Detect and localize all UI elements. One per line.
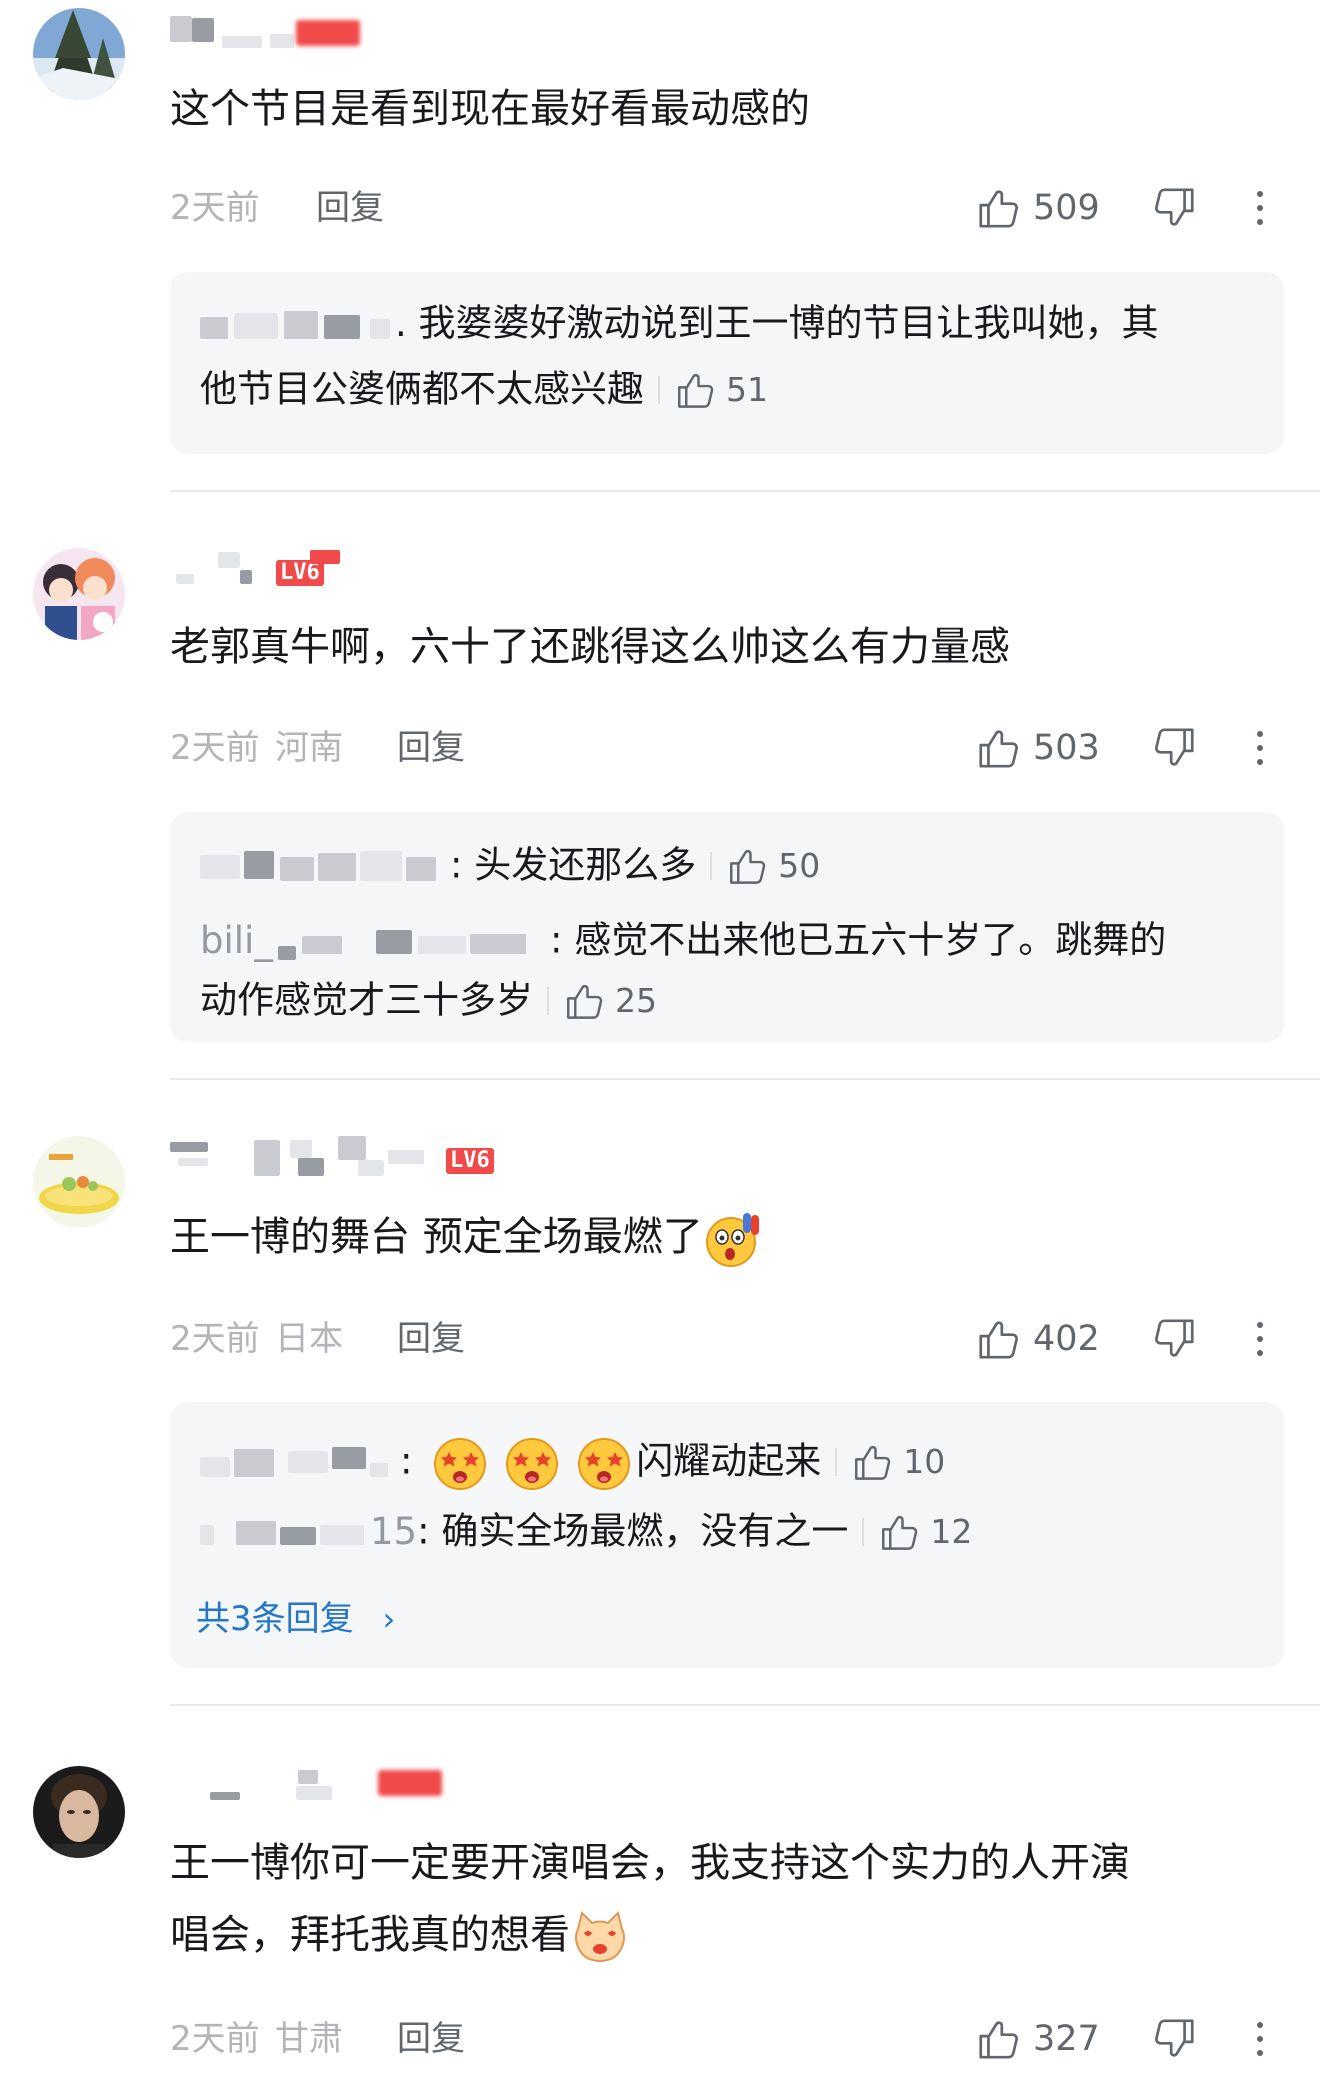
- reply-item-continued[interactable]: 他节目公婆俩都不太感兴趣 51: [200, 356, 1264, 420]
- view-more-replies-link[interactable]: 共3条回复 ›: [196, 1594, 395, 1644]
- reply-button[interactable]: 回复: [397, 723, 465, 773]
- like-button[interactable]: 402: [975, 1314, 1100, 1364]
- thumbs-down-icon: [1152, 2016, 1198, 2062]
- thumbs-up-icon: [975, 1316, 1021, 1362]
- avatar[interactable]: [33, 548, 125, 640]
- reply-text: 确实全场最燃，没有之一: [441, 1509, 849, 1553]
- username-blurred: [170, 12, 530, 52]
- like-count: 509: [1033, 188, 1100, 228]
- reply-like-count: 10: [903, 1441, 946, 1481]
- thumbs-up-icon: [563, 980, 605, 1022]
- reply-like-count: 50: [778, 845, 821, 885]
- dislike-button[interactable]: [1152, 1314, 1198, 1364]
- like-count: 402: [1033, 1319, 1100, 1359]
- divider: [170, 1704, 1320, 1706]
- more-vertical-icon[interactable]: [1248, 2014, 1272, 2064]
- reply-text: 动作感觉才三十多岁: [200, 978, 533, 1022]
- reply-like-count: 12: [930, 1511, 973, 1551]
- reply-username[interactable]: [200, 299, 405, 349]
- dislike-button[interactable]: [1152, 183, 1198, 233]
- thumbs-down-icon: [1152, 185, 1198, 231]
- reply-item-continued[interactable]: 动作感觉才三十多岁 25: [200, 967, 1264, 1031]
- reply-username[interactable]: [200, 841, 450, 891]
- starry-eyes-emoji: [430, 1432, 490, 1492]
- reply-text: 闪耀动起来: [636, 1439, 822, 1483]
- shocked-emoji: [703, 1209, 763, 1269]
- thumbs-up-icon: [975, 725, 1021, 771]
- thumbs-down-icon: [1152, 725, 1198, 771]
- comment-time: 2天前: [170, 728, 260, 768]
- comment-location: 日本: [275, 1319, 343, 1359]
- like-button[interactable]: 503: [975, 723, 1100, 773]
- like-count: 503: [1033, 728, 1100, 768]
- thumbs-up-icon: [674, 369, 716, 411]
- reply-like-count: 51: [726, 369, 768, 409]
- comment-text: 老郭真牛啊，六十了还跳得这么帅这么有力量感: [170, 624, 1010, 670]
- cat-heart-eyes-emoji: [570, 1907, 630, 1967]
- reply-box: . 我婆婆好激动说到王一博的节目让我叫她，其 他节目公婆俩都不太感兴趣 51: [170, 272, 1284, 454]
- comment-time: 2天前: [170, 2019, 260, 2059]
- like-button[interactable]: 509: [975, 183, 1100, 233]
- reply-button[interactable]: 回复: [397, 1314, 465, 1364]
- comment-text-line-2: 唱会，拜托我真的想看: [170, 1902, 1280, 1969]
- starry-eyes-emoji: [502, 1432, 562, 1492]
- reply-like-button[interactable]: 50: [710, 834, 820, 898]
- reply-item[interactable]: : 头发还那么多 50: [200, 832, 1264, 896]
- dislike-button[interactable]: [1152, 2014, 1198, 2064]
- thumbs-up-icon: [975, 2016, 1021, 2062]
- divider: [170, 490, 1320, 492]
- more-vertical-icon[interactable]: [1248, 723, 1272, 773]
- reply-box: : 头发还那么多 50 bili_ : 感觉不出来他已五六十岁了。跳舞的 动作感觉…: [170, 812, 1284, 1042]
- reply-item[interactable]: 15: 确实全场最燃，没有之一 12: [200, 1498, 1264, 1562]
- username-blurred: [170, 1764, 530, 1804]
- reply-item[interactable]: bili_ : 感觉不出来他已五六十岁了。跳舞的: [200, 907, 1264, 971]
- more-vertical-icon[interactable]: [1248, 183, 1272, 233]
- comment-time: 2天前: [170, 1319, 260, 1359]
- comment-location: 甘肃: [275, 2019, 343, 2059]
- reply-like-count: 25: [615, 980, 657, 1020]
- like-button[interactable]: 327: [975, 2014, 1100, 2064]
- reply-like-button[interactable]: 51: [658, 358, 768, 422]
- username-blurred: LV6: [170, 550, 530, 590]
- thumbs-down-icon: [1152, 1316, 1198, 1362]
- divider: [170, 1078, 1320, 1080]
- username-blurred: LV6: [170, 1136, 530, 1176]
- reply-item[interactable]: . 我婆婆好激动说到王一博的节目让我叫她，其: [200, 290, 1264, 354]
- dislike-button[interactable]: [1152, 723, 1198, 773]
- avatar[interactable]: [33, 1136, 125, 1228]
- comment-text-line-1: 王一博你可一定要开演唱会，我支持这个实力的人开演: [170, 1840, 1130, 1886]
- reply-item[interactable]: : 闪耀动起来 10: [200, 1428, 1264, 1492]
- reply-button[interactable]: 回复: [316, 183, 384, 233]
- reply-like-button[interactable]: 10: [835, 1430, 945, 1494]
- reply-like-button[interactable]: 25: [547, 969, 657, 1033]
- thumbs-up-icon: [726, 845, 768, 887]
- thumbs-up-icon: [975, 185, 1021, 231]
- avatar[interactable]: [33, 1766, 125, 1858]
- reply-like-button[interactable]: 12: [862, 1500, 972, 1564]
- thumbs-up-icon: [851, 1441, 893, 1483]
- starry-eyes-emoji: [574, 1432, 634, 1492]
- reply-username[interactable]: [200, 1437, 400, 1487]
- reply-text: 他节目公婆俩都不太感兴趣: [200, 367, 644, 411]
- reply-text: 头发还那么多: [474, 843, 697, 887]
- reply-button[interactable]: 回复: [397, 2014, 465, 2064]
- reply-text: 感觉不出来他已五六十岁了。跳舞的: [574, 918, 1167, 962]
- comment-time: 2天前: [170, 188, 260, 228]
- reply-username[interactable]: [200, 1507, 390, 1557]
- more-vertical-icon[interactable]: [1248, 1314, 1272, 1364]
- reply-username[interactable]: bili_: [200, 916, 550, 966]
- comment-location: 河南: [275, 728, 343, 768]
- reply-text: 我婆婆好激动说到王一博的节目让我叫她，其: [418, 301, 1159, 345]
- thumbs-up-icon: [878, 1511, 920, 1553]
- comment-text: 王一博的舞台 预定全场最燃了: [170, 1204, 1280, 1271]
- like-count: 327: [1033, 2019, 1100, 2059]
- avatar[interactable]: [33, 8, 125, 100]
- level-badge: LV6: [446, 1148, 494, 1174]
- reply-box: : 闪耀动起来 10 15: 确实全场最燃，没有之一 12 共3条回复 ›: [170, 1402, 1284, 1668]
- chevron-right-icon: ›: [382, 1600, 396, 1638]
- comment-text: 这个节目是看到现在最好看最动感的: [170, 86, 810, 132]
